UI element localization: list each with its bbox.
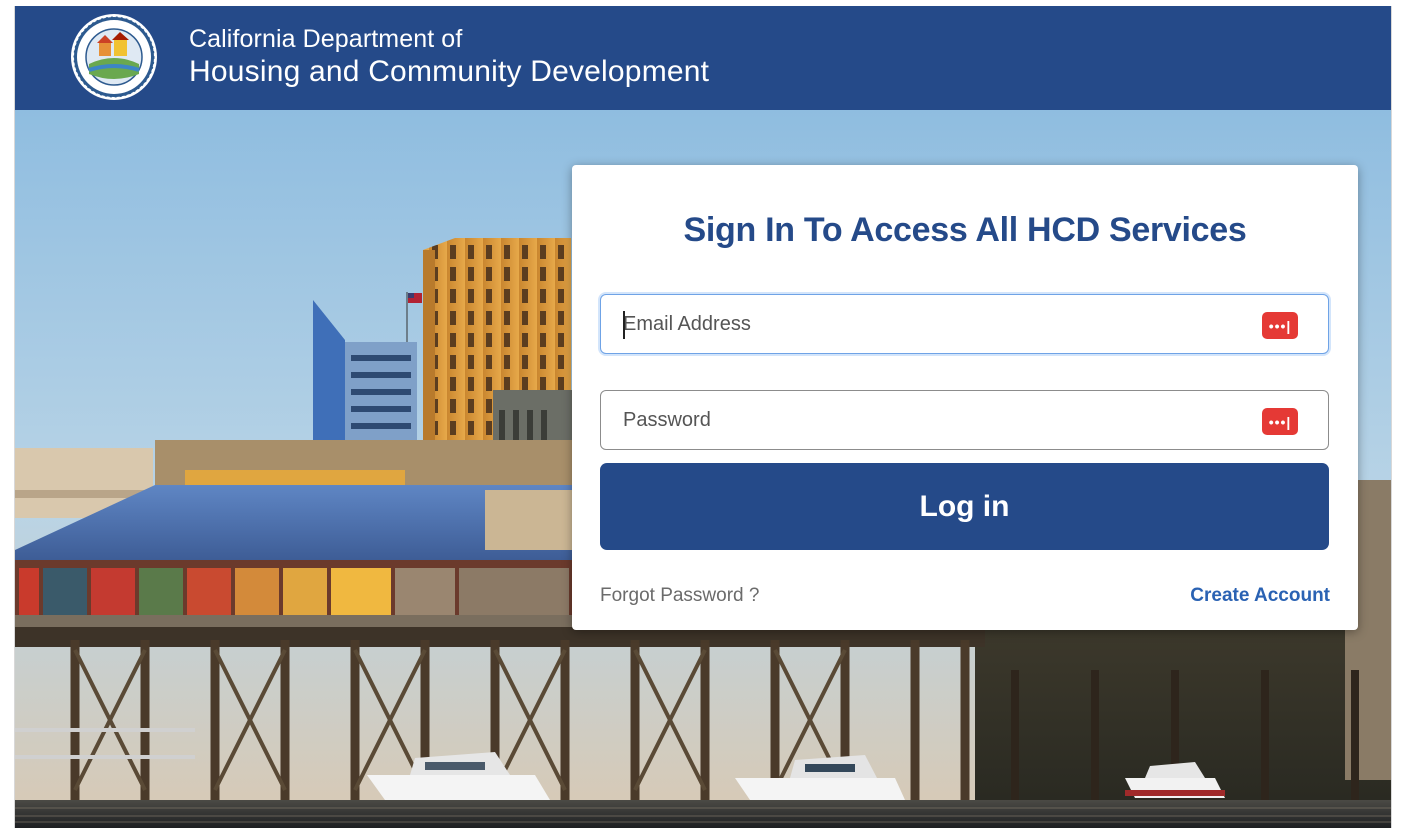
- password-manager-icon[interactable]: •••|: [1262, 408, 1298, 435]
- login-title: Sign In To Access All HCD Services: [683, 211, 1247, 249]
- email-field-container: •••|: [600, 294, 1329, 354]
- agency-name: California Department of Housing and Com…: [189, 24, 709, 90]
- password-manager-icon[interactable]: •••|: [1262, 312, 1298, 339]
- password-manager-glyph: •••|: [1268, 413, 1292, 430]
- password-manager-glyph: •••|: [1268, 317, 1292, 334]
- create-account-link[interactable]: Create Account: [1190, 585, 1330, 607]
- forgot-password-link[interactable]: Forgot Password ?: [600, 585, 759, 607]
- site-header: California Department of Housing and Com…: [15, 6, 1391, 110]
- agency-name-line1: California Department of: [189, 25, 463, 53]
- text-cursor: [623, 311, 625, 339]
- hcd-seal-logo: [71, 14, 157, 100]
- login-card: Sign In To Access All HCD Services •••| …: [572, 165, 1358, 630]
- login-button[interactable]: Log in: [600, 463, 1329, 550]
- email-input[interactable]: [601, 295, 1328, 353]
- password-field-container: •••|: [600, 390, 1329, 450]
- password-input[interactable]: [601, 391, 1328, 449]
- agency-name-line2: Housing and Community Development: [189, 55, 710, 88]
- page-frame: California Department of Housing and Com…: [14, 6, 1392, 828]
